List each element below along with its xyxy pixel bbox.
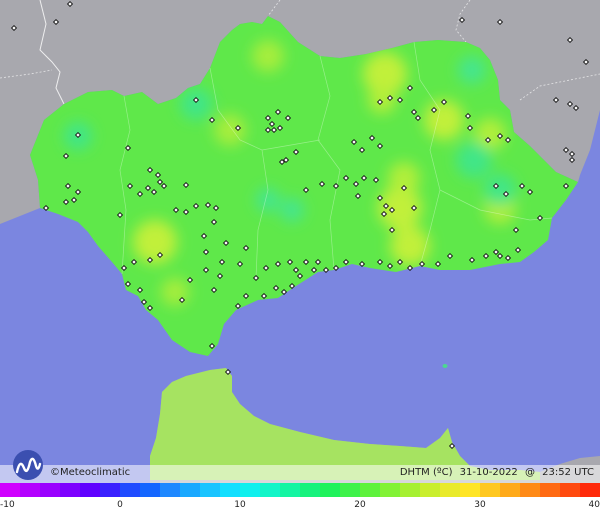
temperature-spot	[390, 226, 430, 266]
color-scale-step	[460, 483, 480, 497]
temperature-spot	[161, 278, 189, 306]
color-scale-step	[440, 483, 460, 497]
variable-label: DHTM (ºC)	[399, 467, 453, 478]
color-scale-step	[580, 483, 600, 497]
temperature-spot	[133, 220, 177, 264]
map-container: ©Meteoclimatic DHTM (ºC) 31-10-2022 @ 23…	[0, 0, 600, 517]
color-scale-step	[100, 483, 120, 497]
color-scale-step	[380, 483, 400, 497]
color-scale-step	[240, 483, 260, 497]
color-scale-step	[520, 483, 540, 497]
color-scale-step	[320, 483, 340, 497]
color-scale-step	[360, 483, 380, 497]
temperature-spot	[424, 100, 464, 140]
brand-label[interactable]: ©Meteoclimatic	[50, 467, 130, 478]
scale-tick-label: 20	[354, 500, 366, 510]
color-scale-step	[120, 483, 140, 497]
color-scale-step	[300, 483, 320, 497]
temperature-spot	[456, 142, 492, 178]
scale-tick-label: 10	[234, 500, 246, 510]
color-scale-step	[400, 483, 420, 497]
scale-tick-label: 30	[474, 500, 486, 510]
temperature-spot	[458, 56, 486, 84]
scale-tick-label: -10	[0, 500, 15, 510]
color-scale-step	[40, 483, 60, 497]
temperature-spot	[484, 174, 516, 206]
color-scale-step	[160, 483, 180, 497]
color-scale-step	[20, 483, 40, 497]
color-scale-step	[480, 483, 500, 497]
color-scale-step	[180, 483, 200, 497]
time-label: 23:52 UTC	[542, 467, 594, 478]
color-scale-ticks: -10 0 10 20 30 40	[0, 497, 600, 517]
scale-tick-label: 40	[588, 500, 600, 510]
temperature-spot	[368, 86, 396, 114]
color-scale-step	[140, 483, 160, 497]
meteoclimatic-logo-icon	[13, 450, 43, 480]
color-scale-step	[80, 483, 100, 497]
color-scale-step	[60, 483, 80, 497]
temperature-spot	[214, 114, 246, 146]
color-scale-step	[500, 483, 520, 497]
color-scale-step	[560, 483, 580, 497]
color-scale-bar	[0, 483, 600, 497]
temperature-spot	[280, 198, 304, 222]
temperature-spot	[256, 188, 280, 212]
date-label: 31-10-2022	[459, 467, 518, 478]
map-caption: DHTM (ºC) 31-10-2022 @ 23:52 UTC	[396, 467, 594, 478]
island-alboran	[442, 364, 448, 368]
color-scale-step	[220, 483, 240, 497]
weather-map[interactable]	[0, 0, 600, 517]
color-scale-step	[340, 483, 360, 497]
color-scale-step	[420, 483, 440, 497]
temperature-spot	[180, 88, 212, 120]
at-label: @	[524, 467, 535, 478]
temperature-spot	[252, 40, 284, 72]
scale-tick-label: 0	[117, 500, 123, 510]
color-scale-step	[200, 483, 220, 497]
color-scale-step	[280, 483, 300, 497]
color-scale-step	[540, 483, 560, 497]
credit-text: ©Meteoclimatic	[50, 467, 130, 478]
color-scale-step	[260, 483, 280, 497]
color-scale-step	[0, 483, 20, 497]
